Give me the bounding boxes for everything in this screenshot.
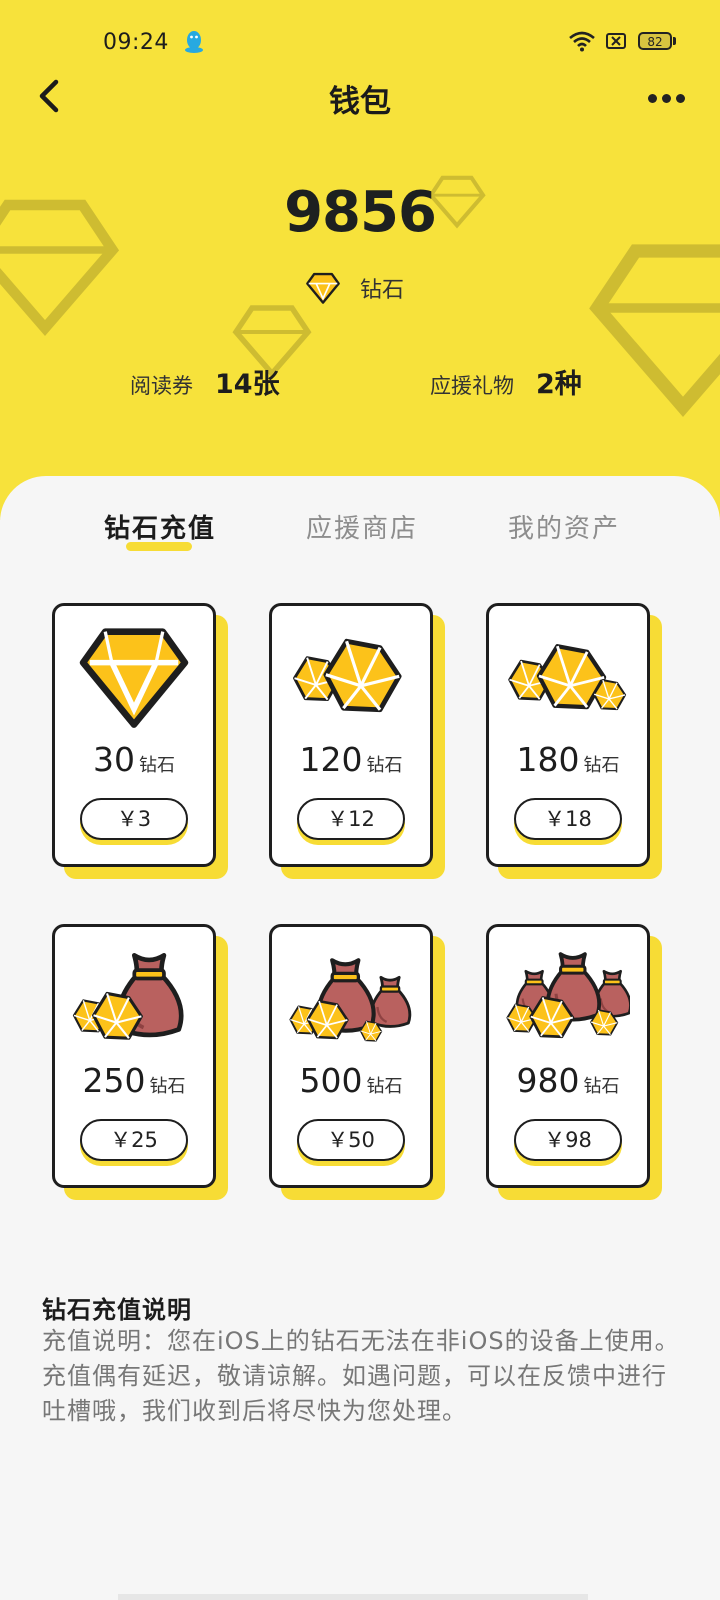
balance-unit-label: 钻石 (360, 278, 405, 303)
package-card-250[interactable]: 250 钻石 ￥25 (52, 924, 216, 1188)
battery-cap (673, 37, 676, 45)
three-money-bags-icon (506, 952, 630, 1039)
package-unit: 钻石 (583, 1076, 620, 1097)
two-money-bags-icon (289, 948, 412, 1042)
three-diamonds-icon (508, 632, 627, 711)
more-dots-icon (648, 94, 657, 103)
stat-value: 2种 (536, 369, 582, 400)
stat-label: 应援礼物 (430, 374, 514, 398)
recharge-description-body: 充值说明：您在iOS上的钻石无法在非iOS的设备上使用。充值偶有延迟，敬请谅解。… (42, 1327, 680, 1425)
battery-icon: 82 (638, 32, 672, 50)
page-title: 钱包 (329, 84, 391, 120)
price-button[interactable]: ￥98 (514, 1119, 622, 1161)
package-card-980[interactable]: 980 钻石 ￥98 (486, 924, 650, 1188)
package-card-30[interactable]: 30 钻石 ￥3 (52, 603, 216, 867)
stat-label: 阅读券 (130, 374, 193, 398)
diamond-icon (306, 272, 340, 304)
price-button[interactable]: ￥25 (80, 1119, 188, 1161)
package-unit: 钻石 (583, 755, 620, 776)
sim-off-icon (606, 33, 626, 49)
package-amount: 250 (82, 1061, 146, 1100)
diamond-balance: 9856 (284, 180, 437, 245)
bottom-strip (118, 1594, 588, 1600)
two-diamonds-icon (293, 632, 413, 722)
more-button[interactable] (648, 88, 696, 104)
package-amount: 500 (299, 1061, 363, 1100)
reading-voucher-stat[interactable]: 阅读券 14张 (130, 362, 280, 401)
package-card-120[interactable]: 120 钻石 ￥12 (269, 603, 433, 867)
package-amount: 980 (516, 1061, 580, 1100)
tab-my-assets[interactable]: 我的资产 (508, 508, 620, 545)
stat-value: 14张 (215, 369, 280, 400)
background-diamond-icon (589, 244, 720, 417)
package-amount: 120 (299, 740, 363, 779)
recharge-description-title: 钻石充值说明 (42, 1296, 192, 1324)
package-unit: 钻石 (149, 1076, 186, 1097)
package-card-180[interactable]: 180 钻石 ￥18 (486, 603, 650, 867)
status-time: 09:24 (103, 30, 169, 55)
package-unit: 钻石 (366, 1076, 403, 1097)
package-amount: 30 (93, 740, 135, 779)
balance-unit: 钻石 (306, 270, 404, 306)
single-diamond-icon (75, 625, 193, 729)
price-button[interactable]: ￥12 (297, 798, 405, 840)
price-button[interactable]: ￥50 (297, 1119, 405, 1161)
money-bag-diamonds-icon (72, 946, 196, 1040)
qq-penguin-icon (185, 31, 203, 53)
status-bar: 09:24 82 (0, 22, 720, 68)
price-button[interactable]: ￥18 (514, 798, 622, 840)
battery-level: 82 (647, 35, 663, 49)
package-card-500[interactable]: 500 钻石 ￥50 (269, 924, 433, 1188)
wifi-icon (569, 31, 595, 52)
package-unit: 钻石 (139, 755, 175, 776)
price-button[interactable]: ￥3 (80, 798, 188, 840)
package-unit: 钻石 (366, 755, 403, 776)
tab-support-store[interactable]: 应援商店 (306, 508, 418, 545)
package-amount: 180 (516, 740, 580, 779)
support-gift-stat[interactable]: 应援礼物 2种 (430, 362, 582, 401)
tab-diamond-recharge[interactable]: 钻石充值 (104, 508, 216, 545)
